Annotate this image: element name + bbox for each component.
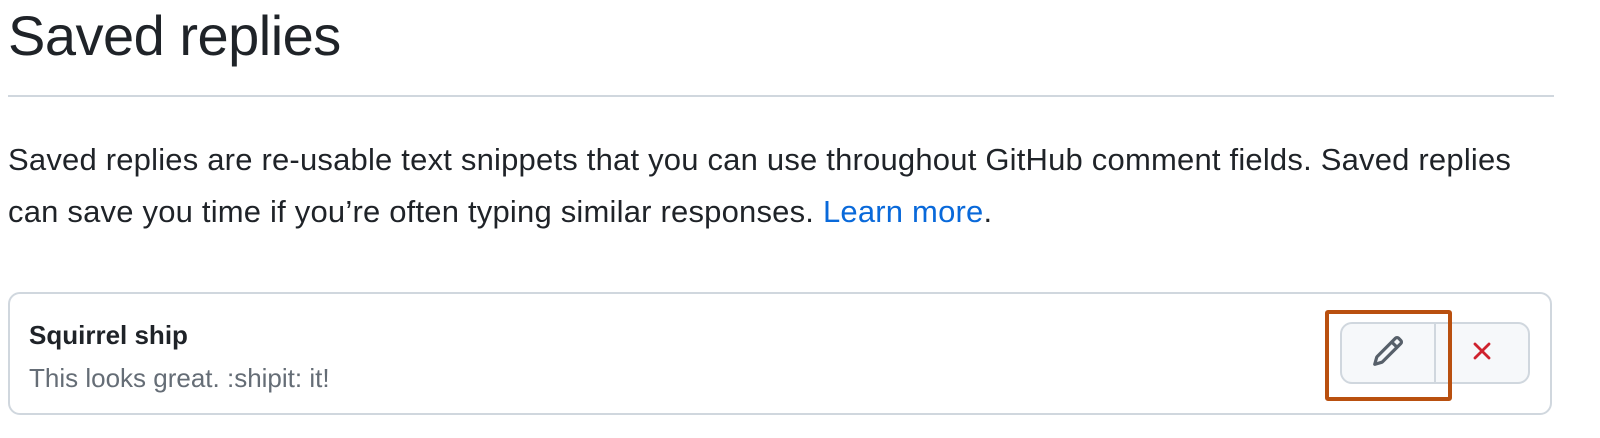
page-title: Saved replies bbox=[8, 4, 341, 67]
saved-reply-actions bbox=[1340, 322, 1530, 384]
pencil-icon bbox=[1371, 334, 1405, 373]
saved-reply-item: Squirrel ship This looks great. :shipit:… bbox=[8, 292, 1552, 415]
edit-reply-button[interactable] bbox=[1340, 322, 1436, 384]
delete-reply-button[interactable] bbox=[1434, 322, 1530, 384]
saved-reply-title: Squirrel ship bbox=[29, 320, 188, 350]
description-period: . bbox=[983, 194, 993, 229]
title-divider bbox=[8, 95, 1554, 97]
learn-more-link[interactable]: Learn more bbox=[823, 194, 984, 229]
x-icon bbox=[1467, 336, 1497, 371]
saved-reply-body: This looks great. :shipit: it! bbox=[29, 363, 330, 393]
description-text: Saved replies are re-usable text snippet… bbox=[8, 142, 1512, 229]
page-description: Saved replies are re-usable text snippet… bbox=[8, 134, 1568, 238]
